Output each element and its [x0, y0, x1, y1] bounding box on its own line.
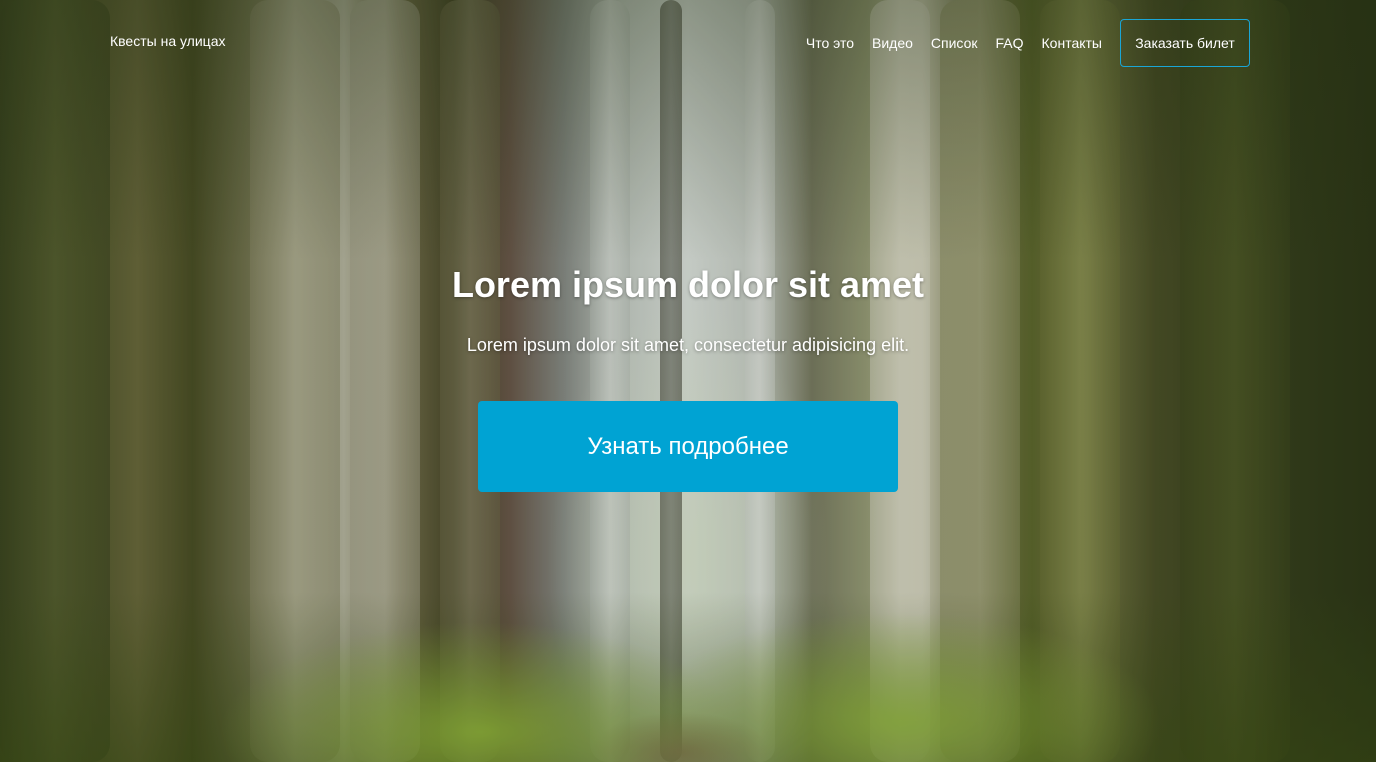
nav-link-video[interactable]: Видео [872, 35, 913, 51]
hero-section: Квесты на улицах Что это Видео Список FA… [0, 0, 1376, 762]
order-ticket-button[interactable]: Заказать билет [1120, 19, 1250, 67]
nav-links: Что это Видео Список FAQ Контакты Заказа… [806, 19, 1250, 67]
hero-title: Lorem ipsum dolor sit amet [451, 264, 925, 305]
nav-link-what-is-it[interactable]: Что это [806, 35, 854, 51]
nav-link-list[interactable]: Список [931, 35, 978, 51]
brand-link[interactable]: Квесты на улицах [110, 33, 225, 49]
hero-content: Lorem ipsum dolor sit amet Lorem ipsum d… [0, 262, 1376, 492]
hero-subtitle: Lorem ipsum dolor sit amet, consectetur … [466, 335, 910, 355]
navbar: Квесты на улицах Что это Видео Список FA… [110, 18, 1250, 68]
nav-link-faq[interactable]: FAQ [996, 35, 1024, 51]
learn-more-button[interactable]: Узнать подробнее [478, 401, 898, 492]
nav-link-contacts[interactable]: Контакты [1042, 35, 1102, 51]
